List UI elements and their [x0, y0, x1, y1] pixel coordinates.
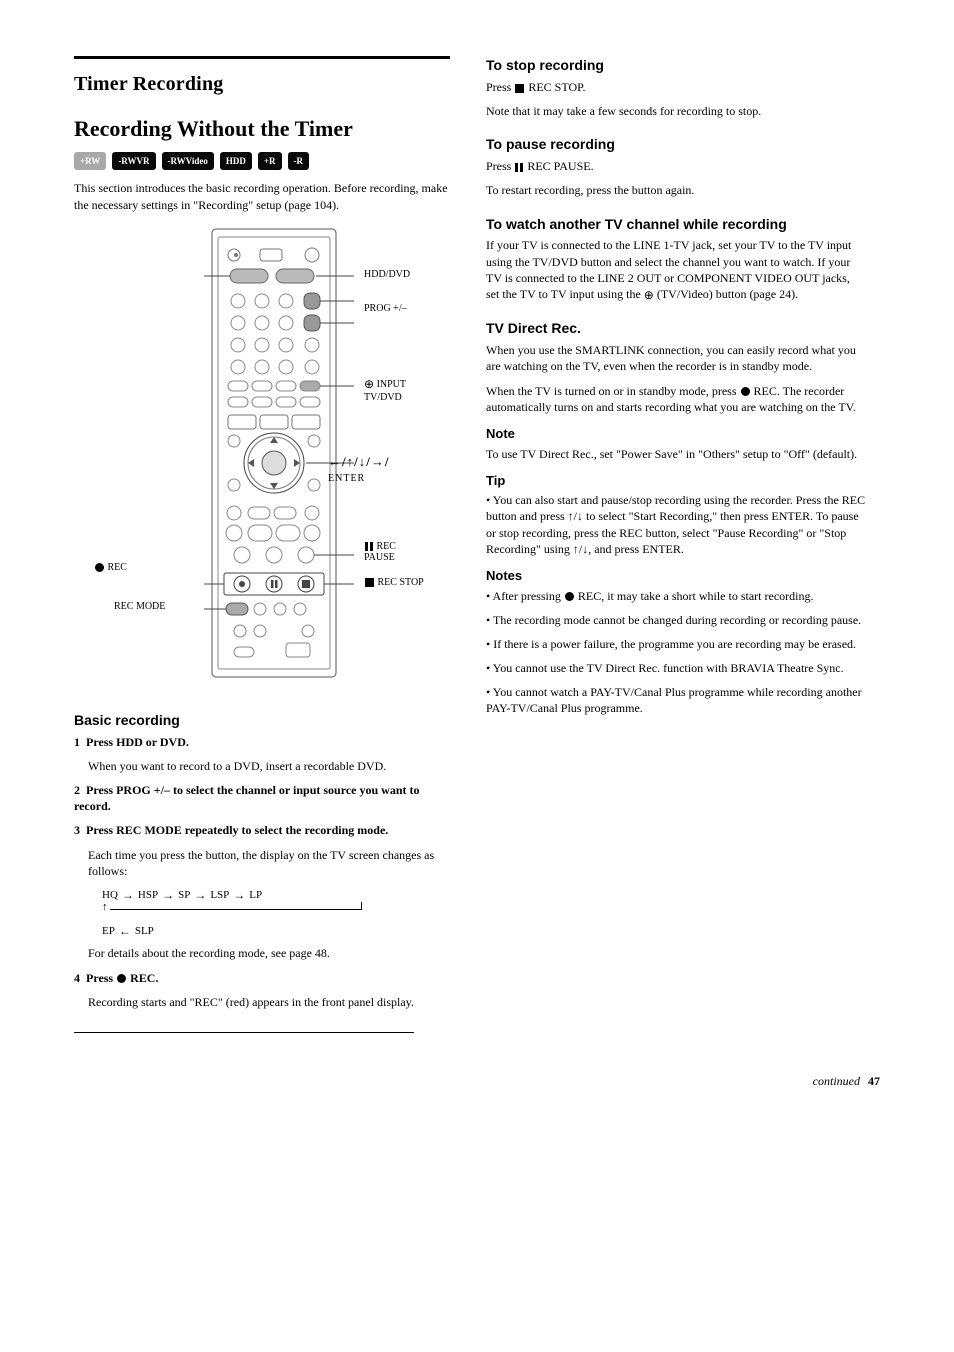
tv-direct-note: To use TV Direct Rec., set "Power Save" …: [486, 446, 866, 462]
badge-minus-r: -R: [288, 152, 310, 170]
label-rec-pause: RECPAUSE: [364, 541, 396, 564]
rec-icon: [741, 387, 750, 396]
label-arrows-enter: ←/↑/↓/→/ENTER: [328, 455, 389, 485]
tip-body: • You can also start and pause/stop reco…: [486, 492, 866, 557]
badge-hdd: HDD: [220, 152, 252, 170]
note-0: • After pressing REC, it may take a shor…: [486, 588, 866, 604]
step-3: 3 Press REC MODE repeatedly to select th…: [74, 822, 450, 838]
step-2: 2 Press PROG +/– to select the channel o…: [74, 782, 450, 814]
note-1: • The recording mode cannot be changed d…: [486, 612, 866, 628]
pause-icon: [515, 163, 523, 172]
remote-diagram: REC: [74, 223, 450, 693]
pause-after: To restart recording, press the button a…: [486, 182, 866, 198]
stop-body: Press REC STOP.: [486, 79, 866, 95]
footer-continued: continued: [813, 1073, 860, 1089]
note-4: • You cannot watch a PAY-TV/Canal Plus p…: [486, 684, 866, 716]
footer-page: 47: [868, 1073, 880, 1089]
tv-video-icon: ⊕: [644, 287, 654, 303]
step-4-sub: Recording starts and "REC" (red) appears…: [88, 994, 450, 1010]
page-footer: continued 47: [74, 1073, 880, 1089]
pause-body: Press REC PAUSE.: [486, 158, 866, 174]
step-1-sub: When you want to record to a DVD, insert…: [88, 758, 450, 774]
mode-flow-return: ↑: [102, 905, 362, 915]
badge-plus-r: +R: [258, 152, 282, 170]
step-3-sub: Each time you press the button, the disp…: [88, 847, 450, 879]
tip-label: Tip: [486, 472, 866, 490]
tv-direct-heading: TV Direct Rec.: [486, 319, 866, 338]
tv-direct-p2: When the TV is turned on or in standby m…: [486, 383, 866, 415]
section-rule: [74, 56, 450, 59]
label-input: ⊕ INPUT TV/DVD: [364, 378, 406, 403]
badge-plus-rw: +RW: [74, 152, 106, 170]
page-title: Recording Without the Timer: [74, 116, 450, 142]
label-hdd-dvd: HDD/DVD: [364, 269, 410, 281]
stop-after: Note that it may take a few seconds for …: [486, 103, 866, 119]
badge-rwvideo: -RWVideo: [162, 152, 214, 170]
label-rec-mode: REC MODE: [114, 601, 165, 613]
note-3: • You cannot use the TV Direct Rec. func…: [486, 660, 866, 676]
badge-rwvr: -RWVR: [112, 152, 155, 170]
intro-paragraph: This section introduces the basic record…: [74, 180, 450, 212]
input-icon: ⊕: [364, 378, 374, 392]
section-heading: Timer Recording: [74, 71, 450, 98]
remote-svg: [194, 223, 354, 683]
left-divider: [74, 1032, 414, 1033]
step-4: 4 Press REC.: [74, 970, 450, 986]
label-prog: PROG +/–: [364, 303, 407, 315]
label-rec: REC: [94, 562, 127, 574]
basic-recording-heading: Basic recording: [74, 711, 450, 730]
pause-heading: To pause recording: [486, 135, 866, 154]
stop-heading: To stop recording: [486, 56, 866, 75]
disc-badges: +RW -RWVR -RWVideo HDD +R -R: [74, 152, 450, 170]
another-body: If your TV is connected to the LINE 1-TV…: [486, 237, 866, 303]
mode-flow: HQ→ HSP→ SP→ LSP→ LP: [102, 887, 450, 903]
stop-icon: [515, 84, 524, 93]
step-1: 1 Press HDD or DVD.: [74, 734, 450, 750]
tv-direct-note-label: Note: [486, 425, 866, 443]
notes-label: Notes: [486, 567, 866, 585]
another-heading: To watch another TV channel while record…: [486, 215, 866, 234]
note-2: • If there is a power failure, the progr…: [486, 636, 866, 652]
rec-icon-small: [565, 592, 574, 601]
tv-direct-p1: When you use the SMARTLINK connection, y…: [486, 342, 866, 374]
mode-flow-2: EP ← SLP: [102, 923, 450, 939]
label-rec-stop: REC STOP: [364, 577, 424, 589]
after-flow: For details about the recording mode, se…: [88, 945, 450, 961]
